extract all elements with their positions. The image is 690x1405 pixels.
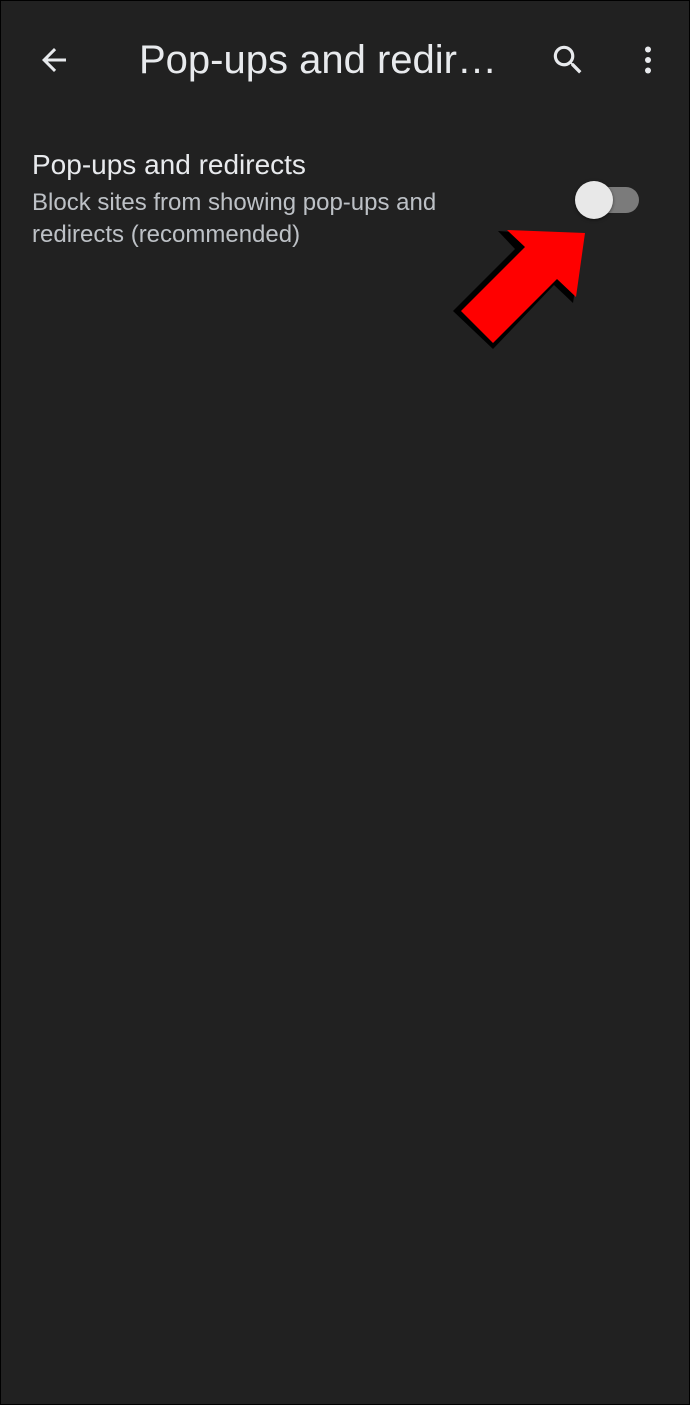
setting-title: Pop-ups and redirects (32, 149, 306, 180)
back-button[interactable] (23, 29, 85, 91)
page-title: Pop-ups and redir… (139, 38, 497, 82)
search-icon (553, 45, 582, 74)
arrow-back-icon (42, 48, 66, 72)
more-vert-icon (645, 46, 651, 74)
top-app-bar: Pop-ups and redir… (1, 1, 689, 119)
popups-toggle-switch[interactable] (575, 181, 641, 219)
more-options-button[interactable] (617, 29, 679, 91)
red-arrow-annotation-icon (453, 230, 585, 349)
switch-thumb (575, 181, 613, 219)
search-button[interactable] (537, 29, 599, 91)
settings-screen: Pop-ups and redir… Pop-ups and redirects… (1, 1, 689, 1404)
